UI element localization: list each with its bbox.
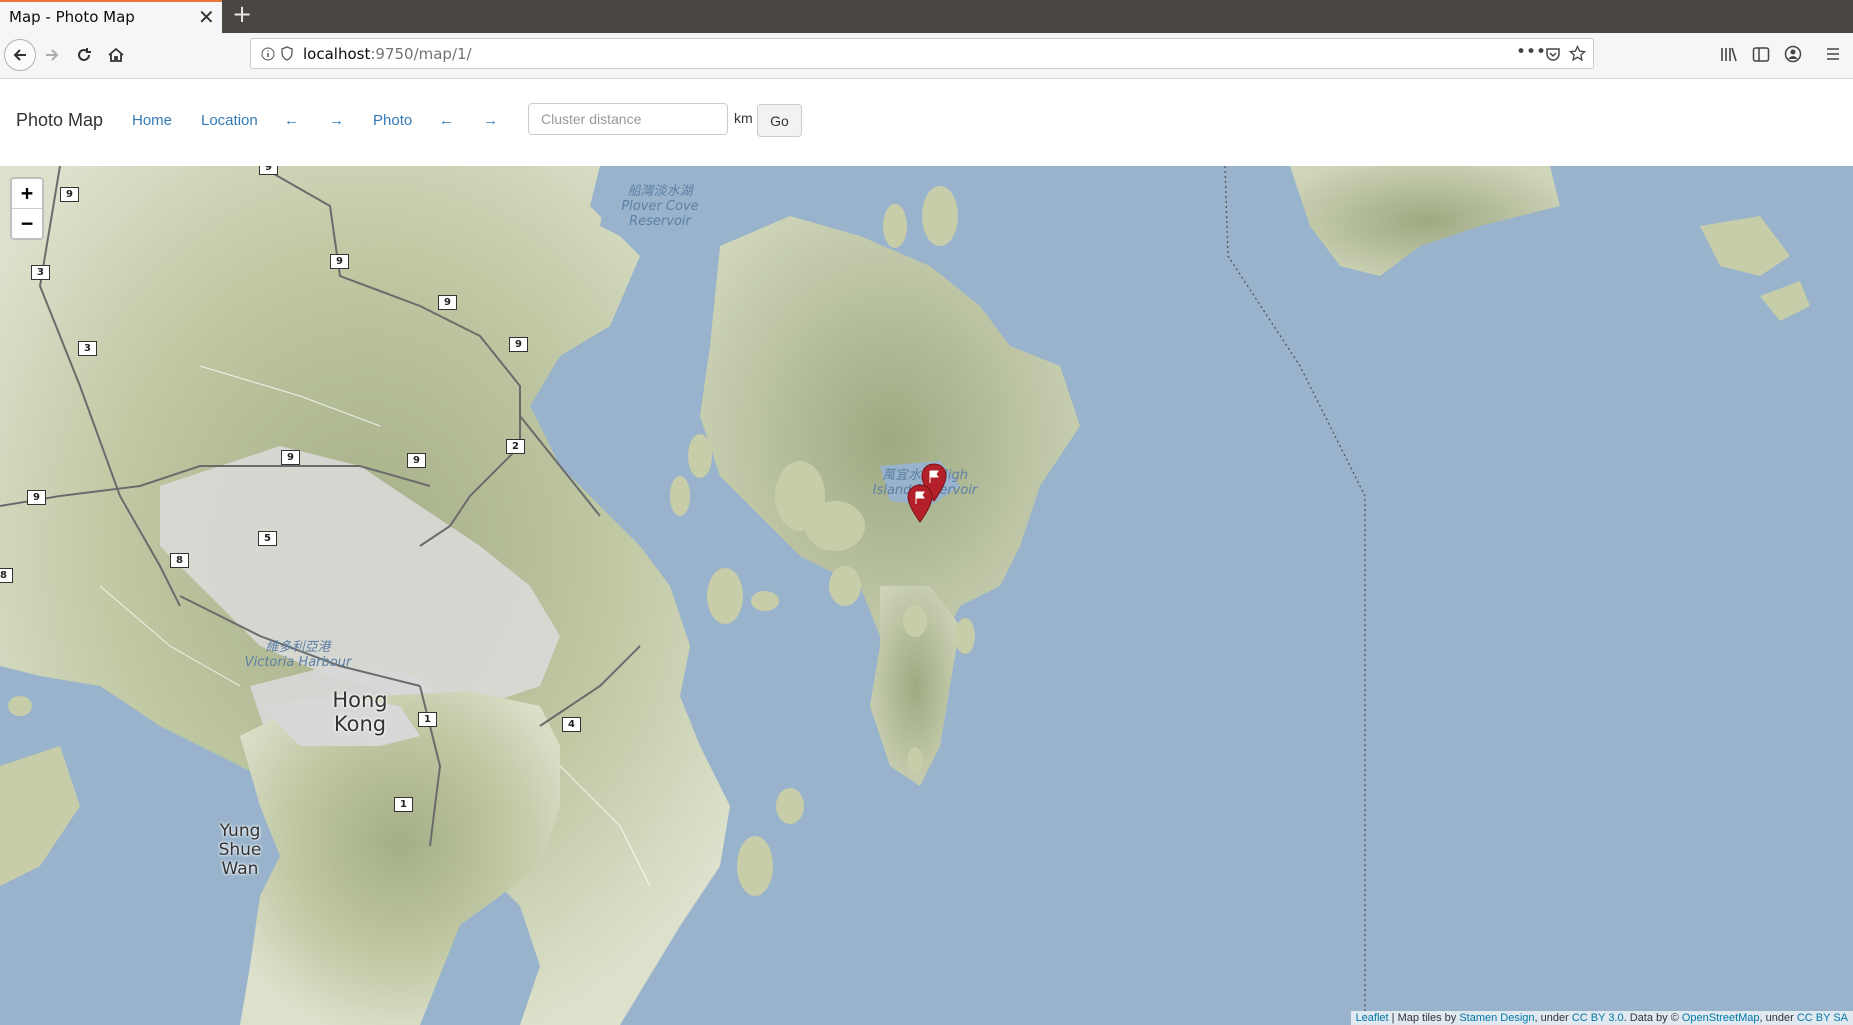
- photo-prev-link[interactable]: ←: [439, 112, 454, 129]
- back-button[interactable]: [4, 39, 36, 71]
- close-tab-icon[interactable]: ✕: [198, 5, 215, 29]
- route-shield: 9: [407, 453, 426, 468]
- route-shield: 2: [506, 439, 525, 454]
- route-shield: 9: [259, 166, 278, 175]
- route-shield: 9: [281, 450, 300, 465]
- home-button[interactable]: [100, 39, 132, 71]
- route-shield: 8: [0, 568, 13, 583]
- cc-by-sa-link[interactable]: CC BY SA: [1797, 1012, 1848, 1024]
- nav-photo-link[interactable]: Photo: [373, 112, 412, 129]
- cc-by-link[interactable]: CC BY 3.0: [1572, 1012, 1624, 1024]
- route-shield: 9: [330, 254, 349, 269]
- map-terrain: [0, 166, 1810, 1025]
- route-shield: 5: [258, 531, 277, 546]
- zoom-out-button[interactable]: −: [12, 209, 42, 238]
- leaflet-link[interactable]: Leaflet: [1356, 1012, 1389, 1024]
- location-next-link[interactable]: →: [329, 112, 344, 129]
- location-prev-link[interactable]: ←: [284, 112, 299, 129]
- reload-icon: [78, 48, 91, 61]
- cluster-unit-label: km: [734, 110, 753, 126]
- route-shield: 9: [509, 337, 528, 352]
- back-arrow-icon: [13, 49, 26, 61]
- route-shield: 1: [418, 712, 437, 727]
- bookmark-star-icon[interactable]: [1569, 45, 1586, 62]
- info-icon[interactable]: [261, 47, 275, 61]
- victoria-harbour-label: 維多利亞港 Victoria Harbour: [244, 640, 352, 670]
- route-shield: 9: [60, 187, 79, 202]
- home-icon: [108, 47, 124, 62]
- route-shield: 9: [438, 295, 457, 310]
- route-shield: 4: [562, 717, 581, 732]
- route-shield: 3: [78, 341, 97, 356]
- reload-button[interactable]: [68, 39, 100, 71]
- route-shield: 3: [31, 265, 50, 280]
- library-icon[interactable]: [1720, 46, 1738, 63]
- photo-marker-2[interactable]: [906, 484, 934, 524]
- browser-tab-bar: Map - Photo Map ✕ +: [0, 0, 1853, 33]
- account-icon[interactable]: [1784, 45, 1802, 63]
- url-text[interactable]: localhost:9750/map/1/: [303, 45, 472, 63]
- forward-button[interactable]: [36, 39, 68, 71]
- hong-kong-label: Hong Kong: [332, 688, 388, 736]
- osm-link[interactable]: OpenStreetMap: [1682, 1012, 1760, 1024]
- brand-title[interactable]: Photo Map: [16, 110, 103, 131]
- forward-arrow-icon: [46, 49, 59, 61]
- zoom-in-button[interactable]: +: [12, 179, 42, 209]
- address-bar[interactable]: localhost:9750/map/1/ •••: [250, 38, 1594, 69]
- route-shield: 1: [394, 797, 413, 812]
- route-shield: 8: [170, 553, 189, 568]
- plover-cove-label: 船灣淡水湖 Plover Cove Reservoir: [621, 184, 699, 229]
- browser-tab[interactable]: Map - Photo Map ✕: [0, 0, 222, 33]
- new-tab-icon[interactable]: +: [232, 0, 252, 28]
- zoom-control: + −: [10, 177, 44, 240]
- pocket-icon[interactable]: [1545, 46, 1561, 62]
- route-shield: 9: [27, 490, 46, 505]
- stamen-link[interactable]: Stamen Design: [1459, 1012, 1534, 1024]
- go-button[interactable]: Go: [757, 104, 802, 137]
- browser-toolbar: localhost:9750/map/1/ •••: [0, 33, 1853, 79]
- sidebar-icon[interactable]: [1752, 46, 1770, 63]
- nav-location-link[interactable]: Location: [201, 112, 258, 129]
- shield-icon[interactable]: [281, 46, 293, 61]
- page-actions-icon[interactable]: •••: [1516, 42, 1546, 62]
- tab-title: Map - Photo Map: [9, 8, 135, 26]
- cluster-distance-input[interactable]: [528, 103, 728, 135]
- app-navbar: Photo Map Home Location ← → Photo ← → km…: [0, 79, 1853, 167]
- map-pin-icon: [907, 484, 933, 523]
- map-canvas[interactable]: 9 9 3 9 9 3 9 2 9 9 9 5 8 8 1 4 1 船灣淡水湖 …: [0, 166, 1853, 1025]
- yung-shue-wan-label: Yung Shue Wan: [218, 821, 262, 879]
- nav-home-link[interactable]: Home: [132, 112, 172, 129]
- menu-icon[interactable]: [1824, 46, 1842, 62]
- photo-next-link[interactable]: →: [483, 112, 498, 129]
- map-attribution: Leaflet | Map tiles by Stamen Design, un…: [1350, 1011, 1853, 1025]
